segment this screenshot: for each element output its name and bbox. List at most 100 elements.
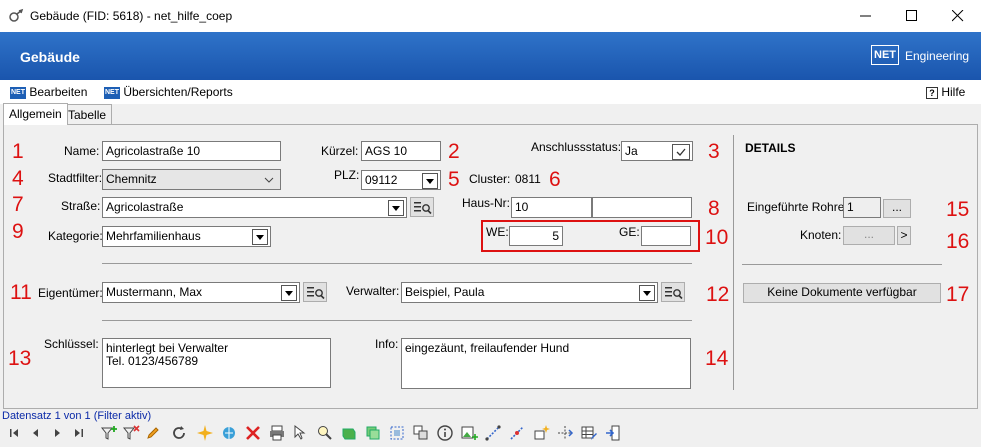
dropdown-arrow-icon [643,291,651,296]
tab-allgemein[interactable]: Allgemein [3,103,68,125]
stadtfilter-combo[interactable]: Chemnitz [102,169,281,190]
exit-icon[interactable] [604,424,622,442]
menu-help[interactable]: ? Hilfe [926,85,965,99]
menu-edit-label: Bearbeiten [29,85,88,99]
maximize-icon [906,10,917,21]
section-divider [102,320,692,321]
sparkle-edit-icon[interactable] [532,424,550,442]
kategorie-combo[interactable]: Mehrfamilienhaus [102,226,271,247]
annotation-14: 14 [705,347,729,370]
window-title: Gebäude (FID: 5618) - net_hilfe_coep [30,9,233,23]
move-nodes-icon[interactable] [556,424,574,442]
zoom-icon[interactable] [316,424,334,442]
plz-combo[interactable]: 09112 [361,170,441,190]
info-label: Info: [375,337,399,351]
hausnr-input[interactable]: 10 [511,197,592,218]
annotation-6: 6 [549,168,561,191]
edit-pencil-icon[interactable] [144,424,162,442]
maximize-button[interactable] [889,0,935,32]
info-icon[interactable] [436,424,454,442]
stadtfilter-label: Stadtfilter: [48,171,103,185]
last-record-icon[interactable] [69,424,87,442]
delete-icon[interactable] [244,424,262,442]
details-divider [742,264,942,265]
eigentuemer-label: Eigentümer: [38,286,103,300]
annotation-15: 15 [946,198,970,221]
documents-button[interactable]: Keine Dokumente verfügbar [743,283,941,303]
close-button[interactable] [935,0,981,32]
net-icon: NET [10,86,26,99]
new-record-icon[interactable] [196,424,214,442]
line-tool-icon[interactable] [484,424,502,442]
eigentuemer-dropdown[interactable] [281,285,297,301]
schluessel-textarea[interactable]: hinterlegt bei Verwalter Tel. 0123/45678… [102,338,331,388]
name-input[interactable]: Agricolastraße 10 [102,141,281,161]
anschluss-combo[interactable]: Ja [621,141,693,161]
shape-green-icon[interactable] [340,424,358,442]
menu-edit[interactable]: NET Bearbeiten [10,85,87,99]
copy-green-icon[interactable] [364,424,382,442]
plz-dropdown[interactable] [422,173,438,189]
kategorie-value: Mehrfamilienhaus [106,229,201,243]
kategorie-dropdown[interactable] [252,229,268,245]
table-edit-icon[interactable] [580,424,598,442]
search-list-icon [414,202,432,215]
chevron-down-icon [264,177,274,183]
add-image-icon[interactable] [460,424,478,442]
cluster-label: Cluster: [469,172,511,186]
rohre-value: 1 [843,197,881,218]
details-title: DETAILS [745,141,796,155]
annotation-13: 13 [8,347,32,370]
hausnr-label: Haus-Nr: [462,196,511,210]
hausnr-suffix-input[interactable] [592,197,692,218]
remove-filter-icon[interactable] [122,424,140,442]
anschluss-label: Anschlussstatus: [531,140,622,154]
strasse-combo[interactable]: Agricolastraße [102,197,407,218]
check-icon [676,148,686,156]
form-title: Gebäude [20,49,80,65]
minimize-button[interactable] [843,0,889,32]
close-icon [952,10,964,22]
knoten-more-button[interactable]: ... [843,226,895,245]
verwalter-value: Beispiel, Paula [405,285,485,299]
schluessel-line-2: Tel. 0123/456789 [106,354,199,368]
strasse-label: Straße: [61,199,101,213]
strasse-dropdown[interactable] [388,200,404,216]
info-textarea[interactable]: eingezäunt, freilaufender Hund [401,338,691,389]
menu-bar: NET Bearbeiten NET Übersichten/Reports ?… [0,80,981,104]
app-icon [9,8,24,22]
line-split-icon[interactable] [508,424,526,442]
select-cursor-icon[interactable] [292,424,310,442]
select-area-icon[interactable] [388,424,406,442]
next-record-icon[interactable] [48,424,66,442]
net-logo: NET [871,45,899,65]
verwalter-combo[interactable]: Beispiel, Paula [401,282,658,303]
refresh-icon[interactable] [170,424,188,442]
menu-reports[interactable]: NET Übersichten/Reports [104,85,233,99]
eigentuemer-search-button[interactable] [303,282,327,302]
anschluss-dropdown[interactable] [672,144,690,160]
rohre-more-button[interactable]: ... [883,199,911,218]
schluessel-label: Schlüssel: [44,337,99,351]
eigentuemer-combo[interactable]: Mustermann, Max [102,282,300,303]
knoten-next-button[interactable]: > [897,226,911,245]
ge-input[interactable] [641,226,691,246]
group-icon[interactable] [412,424,430,442]
kuerzel-input[interactable]: AGS 10 [361,141,441,161]
name-label: Name: [64,144,100,158]
first-record-icon[interactable] [6,424,24,442]
we-input[interactable]: 5 [509,226,563,246]
verwalter-dropdown[interactable] [639,285,655,301]
strasse-search-button[interactable] [410,197,434,217]
previous-record-icon[interactable] [27,424,45,442]
print-icon[interactable] [268,424,286,442]
dropdown-arrow-icon [285,291,293,296]
net-logo-text: Engineering [905,49,970,63]
tab-tabelle[interactable]: Tabelle [62,104,113,124]
sync-globe-icon[interactable] [220,424,238,442]
add-filter-icon[interactable] [100,424,118,442]
verwalter-search-button[interactable] [661,282,685,302]
rohre-label: Eingeführte Rohre: [747,200,848,214]
dropdown-arrow-icon [426,179,434,184]
annotation-9: 9 [12,220,24,243]
